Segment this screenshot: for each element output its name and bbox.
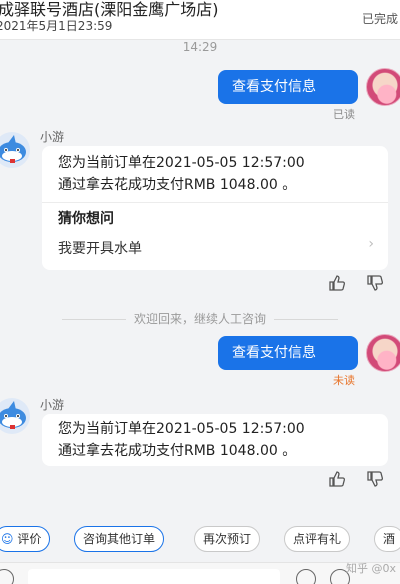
shark-icon <box>0 135 26 163</box>
watermark: 知乎 @0x <box>345 562 396 575</box>
payment-message-line1-2: 您为当前订单在2021-05-05 12:57:00 <box>58 421 305 437</box>
message-input[interactable] <box>28 569 280 584</box>
bot-name-2: 小游 <box>40 398 65 412</box>
chip-review-gift[interactable]: 点评有礼 <box>284 526 351 552</box>
input-bar <box>0 562 400 584</box>
user-message-bubble-2[interactable]: 查看支付信息 <box>218 336 358 370</box>
bot-avatar <box>0 132 30 168</box>
suggestion-item[interactable]: 我要开具水单 <box>58 238 376 258</box>
user-avatar <box>366 68 400 106</box>
chip-other-orders[interactable]: 咨询其他订单 <box>74 526 165 552</box>
welcome-back-separator: 欢迎回来，继续人工咨询 <box>0 310 400 327</box>
welcome-back-text: 欢迎回来，继续人工咨询 <box>133 312 266 326</box>
bot-avatar-2 <box>0 398 30 434</box>
payment-message-line2-2: 通过拿去花成功支付RMB 1048.00 。 <box>58 443 297 459</box>
emoji-icon[interactable] <box>296 569 316 584</box>
chip-review[interactable]: ☺ 评价 <box>0 526 51 552</box>
thumbs-up-icon[interactable] <box>328 470 346 488</box>
separator-line-left <box>61 319 126 320</box>
suggestion-label: 我要开具水单 <box>58 241 142 257</box>
chat-header: 成驿联号酒店(溧阳金鹰广场店) 2021年5月1日23:59 已完成 <box>0 0 400 40</box>
bot-name: 小游 <box>40 130 65 144</box>
chip-hotel[interactable]: 酒 <box>374 526 400 552</box>
voice-icon[interactable] <box>0 569 14 584</box>
chevron-right-icon: › <box>368 236 374 252</box>
unread-status: 未读 <box>333 374 355 387</box>
chip-label: 咨询其他订单 <box>83 532 156 546</box>
chip-label: 酒 <box>383 532 396 546</box>
shark-icon <box>0 401 26 429</box>
thumbs-down-icon[interactable] <box>366 274 384 292</box>
bot-message-card-2: 您为当前订单在2021-05-05 12:57:00 通过拿去花成功支付RMB … <box>42 414 388 466</box>
bot-message-card: 您为当前订单在2021-05-05 12:57:00 通过拿去花成功支付RMB … <box>42 146 388 270</box>
card-divider <box>42 202 388 203</box>
read-status: 已读 <box>333 108 355 121</box>
time-separator: 14:29 <box>182 40 218 54</box>
smile-icon: ☺ <box>1 532 14 546</box>
payment-message-line1: 您为当前订单在2021-05-05 12:57:00 <box>58 155 305 171</box>
user-avatar-2 <box>366 334 400 372</box>
chip-label: 再次预订 <box>203 532 252 546</box>
user-message-bubble[interactable]: 查看支付信息 <box>218 70 358 104</box>
chip-label: 评价 <box>17 532 42 546</box>
guess-title: 猜你想问 <box>58 211 114 227</box>
quick-actions-bar: ☺ 评价 咨询其他订单 再次预订 点评有礼 酒 <box>0 526 400 552</box>
separator-line-right <box>274 319 338 320</box>
order-status-badge: 已完成 <box>361 12 398 26</box>
chip-rebook[interactable]: 再次预订 <box>194 526 261 552</box>
thumbs-down-icon[interactable] <box>366 470 384 488</box>
thumbs-up-icon[interactable] <box>328 274 346 292</box>
payment-message-line2: 通过拿去花成功支付RMB 1048.00 。 <box>58 177 297 193</box>
chip-label: 点评有礼 <box>293 532 342 546</box>
order-date: 2021年5月1日23:59 <box>0 19 113 33</box>
